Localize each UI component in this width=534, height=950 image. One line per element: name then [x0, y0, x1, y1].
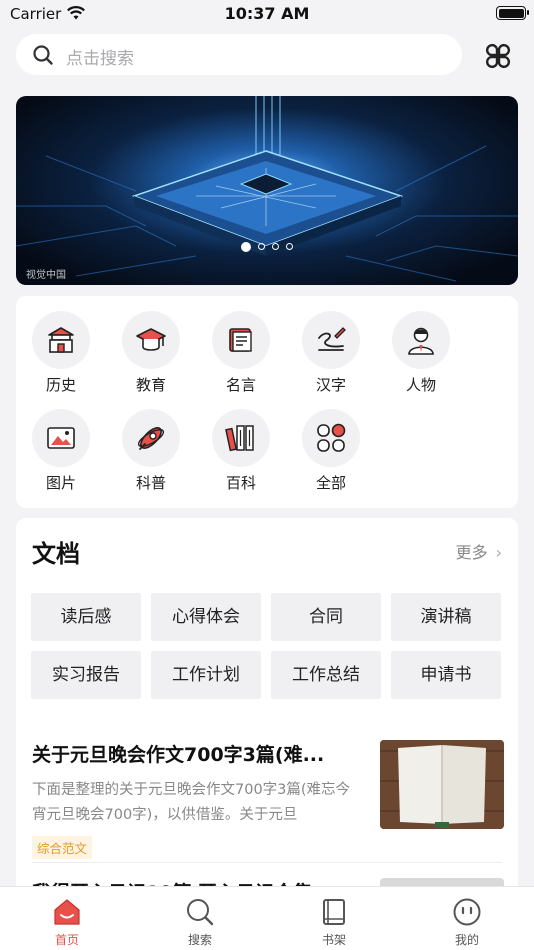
doc-tag-button[interactable]: 读后感	[31, 593, 141, 641]
carousel-indicator	[16, 236, 518, 255]
search-placeholder: 点击搜索	[66, 49, 134, 69]
more-link[interactable]: 更多 ›	[456, 539, 502, 563]
doc-tag-button[interactable]: 工作总结	[271, 651, 381, 699]
carousel-dot[interactable]	[286, 243, 293, 250]
pen-stroke-icon	[318, 327, 346, 351]
graduation-cap-icon	[136, 328, 166, 351]
bookshelf-icon	[323, 899, 345, 925]
home-icon	[54, 899, 80, 925]
image-icon	[47, 427, 75, 449]
rocket-icon	[137, 427, 165, 450]
documents-section: 文档 更多 › 读后感 心得体会 合同 演讲稿 实习报告 工作计划 工作总结 申请…	[16, 518, 518, 898]
article-category-badge: 综合范文	[32, 836, 93, 859]
tab-search[interactable]: 搜索	[160, 887, 240, 948]
category-science[interactable]: 科普	[116, 409, 186, 493]
clock: 10:37 AM	[224, 4, 310, 23]
category-all[interactable]: 全部	[296, 409, 366, 493]
doc-tag-button[interactable]: 演讲稿	[391, 593, 501, 641]
tab-bar: 首页 搜索 书架 我的	[0, 886, 534, 950]
status-bar: Carrier 10:37 AM	[0, 0, 534, 30]
person-icon	[408, 327, 434, 355]
tab-bookshelf[interactable]: 书架	[294, 887, 374, 948]
carousel-dot[interactable]	[272, 243, 279, 250]
category-images[interactable]: 图片	[26, 409, 96, 493]
doc-tag-button[interactable]: 实习报告	[31, 651, 141, 699]
profile-icon	[453, 898, 481, 926]
search-icon	[187, 899, 214, 926]
doc-tag-button[interactable]: 工作计划	[151, 651, 261, 699]
carousel-dot[interactable]	[241, 241, 251, 252]
tab-home[interactable]: 首页	[27, 887, 107, 948]
banner-image	[16, 96, 518, 282]
scroll-icon	[229, 328, 252, 352]
category-history[interactable]: 历史	[26, 311, 96, 395]
banner-watermark: 视觉中国	[26, 270, 66, 281]
banner-carousel[interactable]: 视觉中国	[16, 96, 518, 285]
category-quotes[interactable]: 名言	[206, 311, 276, 395]
section-title: 文档	[32, 540, 80, 568]
category-education[interactable]: 教育	[116, 311, 186, 395]
carousel-dot[interactable]	[258, 243, 265, 250]
chevron-right-icon: ›	[495, 543, 502, 562]
category-grid: 历史 教育 名言 汉字 人物 图片 科普 百科 全部	[16, 296, 518, 508]
doc-tag-button[interactable]: 申请书	[391, 651, 501, 699]
divider	[32, 862, 502, 863]
books-icon	[225, 425, 254, 452]
doc-tag-button[interactable]: 合同	[271, 593, 381, 641]
article-thumbnail	[380, 740, 504, 829]
temple-icon	[48, 327, 74, 353]
search-icon	[33, 45, 53, 65]
article-title: 关于元旦晚会作文700字3篇(难...	[32, 744, 325, 766]
article-description: 下面是整理的关于元旦晚会作文700字3篇(难忘今宵元旦晚会700字)，以供借鉴。…	[32, 782, 351, 823]
search-input[interactable]: 点击搜索	[16, 34, 462, 75]
grid-icon	[317, 423, 346, 452]
apps-menu-icon[interactable]	[482, 40, 514, 72]
category-people[interactable]: 人物	[386, 311, 456, 395]
battery-icon	[496, 6, 529, 20]
category-encyclopedia[interactable]: 百科	[206, 409, 276, 493]
doc-tag-button[interactable]: 心得体会	[151, 593, 261, 641]
tab-profile[interactable]: 我的	[427, 887, 507, 948]
category-characters[interactable]: 汉字	[296, 311, 366, 395]
